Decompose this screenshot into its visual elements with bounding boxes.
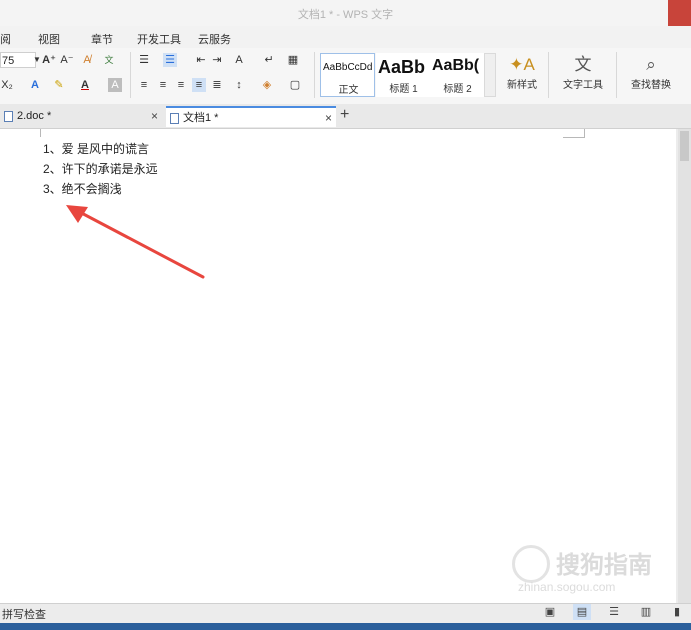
document-line[interactable]: 1、爱 是风中的谎言 xyxy=(43,140,149,157)
find-replace-icon: ⌕ xyxy=(646,55,656,74)
tab-label: 文档1 * xyxy=(183,112,219,124)
justify-icon[interactable]: ≡ xyxy=(192,78,206,92)
highlight-icon[interactable]: ✎ xyxy=(52,78,66,92)
style-label: 正文 xyxy=(338,85,359,96)
menu-item-review[interactable]: 阅 xyxy=(0,31,11,47)
watermark-logo xyxy=(512,545,550,583)
web-view-icon[interactable]: ▥ xyxy=(637,604,655,620)
style-sample: AaBbCcDd xyxy=(323,62,373,73)
font-color-icon[interactable]: A xyxy=(78,78,92,92)
window-title: 文档1 * - WPS 文字 xyxy=(297,9,394,21)
page-view-icon[interactable]: ▤ xyxy=(573,604,591,620)
new-style-icon: ✦A xyxy=(509,55,535,74)
close-button[interactable] xyxy=(668,0,691,26)
increase-indent-icon[interactable]: ⇥ xyxy=(210,53,224,67)
close-icon[interactable]: × xyxy=(325,108,332,129)
char-shading-icon[interactable]: A xyxy=(108,78,122,92)
menu-item-chapter[interactable]: 章节 xyxy=(91,31,113,47)
scrollbar-thumb[interactable] xyxy=(680,131,689,161)
bullet-list-icon[interactable]: ☰ xyxy=(137,53,151,67)
outline-view-icon[interactable]: ☰ xyxy=(605,604,623,620)
document-line[interactable]: 2、许下的承诺是永远 xyxy=(43,160,158,177)
reading-mode-icon[interactable]: ▮ xyxy=(668,604,686,620)
tab-2-doc[interactable]: 2.doc * × xyxy=(0,106,162,127)
align-left-icon[interactable]: ≡ xyxy=(137,78,151,92)
watermark-text: 搜狗指南 xyxy=(556,552,652,579)
document-page[interactable]: 1、爱 是风中的谎言 2、许下的承诺是永远 3、绝不会搁浅 xyxy=(0,129,676,603)
style-sample: AaBb xyxy=(378,57,426,77)
borders-icon[interactable]: ▢ xyxy=(288,78,302,92)
numbered-list-icon[interactable]: ☰ xyxy=(163,53,177,67)
align-center-icon[interactable]: ≡ xyxy=(156,78,170,92)
tab-label: 2.doc * xyxy=(17,110,52,122)
menu-item-view[interactable]: 视图 xyxy=(38,31,60,47)
show-marks-icon[interactable]: ↵ xyxy=(262,53,276,67)
clear-format-icon[interactable]: A̸ xyxy=(80,53,94,67)
document-line[interactable]: 3、绝不会搁浅 xyxy=(43,180,122,197)
style-heading-2[interactable]: AaBb( 标题 2 xyxy=(430,53,485,97)
phonetic-guide-icon[interactable]: 文 xyxy=(102,53,116,67)
text-tools-label: 文字工具 xyxy=(563,80,603,91)
annotation-arrow xyxy=(66,205,205,279)
shading-icon[interactable]: ◈ xyxy=(260,78,274,92)
shrink-font-icon[interactable]: A⁻ xyxy=(60,53,74,67)
ribbon-divider xyxy=(616,52,617,98)
find-replace-button[interactable]: ⌕ 查找替换 xyxy=(622,54,680,91)
document-icon xyxy=(4,111,13,122)
table-icon[interactable]: ▦ xyxy=(286,53,300,67)
style-label: 标题 2 xyxy=(443,84,472,95)
document-icon xyxy=(170,113,179,124)
page-corner-mark xyxy=(563,137,585,138)
new-tab-button[interactable]: + xyxy=(340,106,349,124)
align-right-icon[interactable]: ≡ xyxy=(174,78,188,92)
spell-check-button[interactable]: 拼写检查 xyxy=(2,606,46,622)
vertical-scrollbar[interactable] xyxy=(678,129,691,603)
tab-document-1[interactable]: 文档1 * × xyxy=(166,106,336,127)
new-style-button[interactable]: ✦A 新样式 xyxy=(499,54,545,91)
chinese-layout-icon[interactable]: A xyxy=(232,53,246,67)
new-style-label: 新样式 xyxy=(507,80,537,91)
find-replace-label: 查找替换 xyxy=(631,80,671,91)
menu-item-developer-tools[interactable]: 开发工具 xyxy=(137,31,181,47)
text-tools-button[interactable]: 文 文字工具 xyxy=(555,54,611,91)
taskbar xyxy=(0,623,691,630)
close-icon[interactable]: × xyxy=(151,106,158,127)
watermark-url: zhinan.sogou.com xyxy=(518,580,616,594)
subscript-icon[interactable]: X₂ xyxy=(0,78,14,92)
style-sample: AaBb( xyxy=(432,57,480,74)
decrease-indent-icon[interactable]: ⇤ xyxy=(194,53,208,67)
ribbon-divider xyxy=(548,52,549,98)
page-corner-mark xyxy=(584,129,585,137)
full-screen-view-icon[interactable]: ▣ xyxy=(541,604,559,620)
menu-bar: 阅 视图 章节 开发工具 云服务 xyxy=(0,28,691,48)
ribbon-divider xyxy=(314,52,315,98)
text-effect-icon[interactable]: A xyxy=(28,78,42,92)
grow-font-icon[interactable]: A⁺ xyxy=(42,53,56,67)
line-spacing-icon[interactable]: ↕ xyxy=(232,78,246,92)
style-heading-1[interactable]: AaBb 标题 1 xyxy=(376,53,431,97)
menu-item-cloud-service[interactable]: 云服务 xyxy=(198,31,231,47)
ribbon: 75 ▼ A⁺ A⁻ A̸ 文 X₂ A ✎ A A ☰ ☰ ⇤ ⇥ A ↵ ▦… xyxy=(0,48,691,104)
ribbon-divider xyxy=(130,52,131,98)
styles-gallery-scroll[interactable] xyxy=(484,53,496,97)
text-tools-icon: 文 xyxy=(574,55,592,74)
style-normal[interactable]: AaBbCcDd 正文 xyxy=(320,53,375,97)
style-label: 标题 1 xyxy=(389,84,418,95)
page-corner-mark xyxy=(40,129,41,137)
distributed-align-icon[interactable]: ≣ xyxy=(210,78,224,92)
